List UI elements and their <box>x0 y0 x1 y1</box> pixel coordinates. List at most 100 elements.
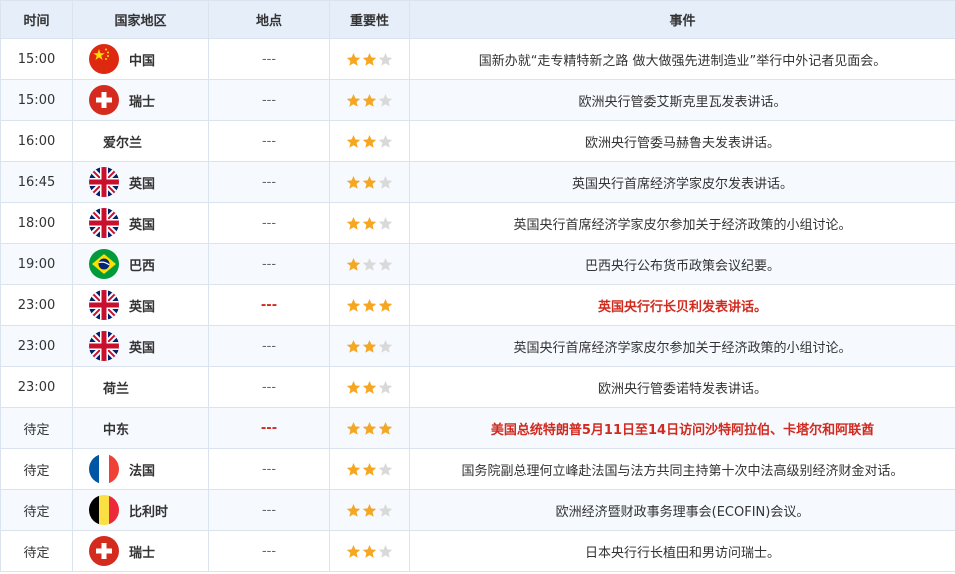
star-filled-icon <box>378 421 393 436</box>
event-description: 欧洲央行管委马赫鲁夫发表讲话。 <box>409 120 955 162</box>
event-location: --- <box>208 120 330 162</box>
table-row[interactable]: 19:00 巴西 --- 巴西央行公布货币政策会议纪要。 <box>0 243 955 285</box>
star-filled-icon <box>362 175 377 190</box>
country-name: 中东 <box>103 422 130 438</box>
event-time: 待定 <box>0 530 73 572</box>
country-name: 英国 <box>129 340 156 356</box>
star-empty-icon <box>378 134 393 149</box>
star-filled-icon <box>346 175 361 190</box>
table-row[interactable]: 待定 比利时 --- 欧洲经济暨财政事务理事会(ECOFIN)会议。 <box>0 489 955 531</box>
event-country-cell: 比利时 <box>72 489 209 531</box>
star-empty-icon <box>378 52 393 67</box>
star-filled-icon <box>346 52 361 67</box>
table-row[interactable]: 待定 法国 --- 国务院副总理何立峰赴法国与法方共同主持第十次中法高级别经济财金对话… <box>0 448 955 490</box>
importance-rating <box>329 325 410 367</box>
country-name: 英国 <box>129 176 156 192</box>
header-country[interactable]: 国家地区 <box>72 0 209 39</box>
event-country-cell: 英国 <box>72 202 209 244</box>
switzerland-flag-icon <box>89 536 119 566</box>
china-flag-icon <box>89 44 119 74</box>
event-location: --- <box>208 489 330 531</box>
event-location: --- <box>208 325 330 367</box>
event-description: 欧洲央行管委艾斯克里瓦发表讲话。 <box>409 79 955 121</box>
country-name: 比利时 <box>129 504 169 520</box>
event-country-cell: 中东 <box>72 407 209 449</box>
star-empty-icon <box>378 503 393 518</box>
country-name: 中国 <box>129 53 156 69</box>
star-filled-icon <box>362 216 377 231</box>
event-country-cell: 荷兰 <box>72 366 209 408</box>
event-description: 英国央行首席经济学家皮尔参加关于经济政策的小组讨论。 <box>409 325 955 367</box>
belgium-flag-icon <box>89 495 119 525</box>
star-empty-icon <box>378 93 393 108</box>
star-filled-icon <box>346 462 361 477</box>
table-row[interactable]: 15:00 瑞士 --- 欧洲央行管委艾斯克里瓦发表讲话。 <box>0 79 955 121</box>
header-time[interactable]: 时间 <box>0 0 73 39</box>
header-importance[interactable]: 重要性 <box>329 0 410 39</box>
uk-flag-icon <box>89 167 119 197</box>
switzerland-flag-icon <box>89 85 119 115</box>
event-location: --- <box>208 161 330 203</box>
uk-flag-icon <box>89 290 119 320</box>
importance-rating <box>329 366 410 408</box>
star-filled-icon <box>362 462 377 477</box>
event-description: 巴西央行公布货币政策会议纪要。 <box>409 243 955 285</box>
star-filled-icon <box>346 93 361 108</box>
importance-rating <box>329 38 410 80</box>
importance-rating <box>329 120 410 162</box>
country-name: 瑞士 <box>129 545 156 561</box>
event-location: --- <box>208 202 330 244</box>
event-description: 美国总统特朗普5月11日至14日访问沙特阿拉伯、卡塔尔和阿联酋 <box>409 407 955 449</box>
table-row[interactable]: 23:00 英国 --- 英国央行行长贝利发表讲话。 <box>0 284 955 326</box>
event-location: --- <box>208 79 330 121</box>
star-filled-icon <box>362 298 377 313</box>
star-empty-icon <box>362 257 377 272</box>
event-time: 19:00 <box>0 243 73 285</box>
star-filled-icon <box>362 544 377 559</box>
table-row[interactable]: 23:00 荷兰 --- 欧洲央行管委诺特发表讲话。 <box>0 366 955 408</box>
table-row[interactable]: 16:45 英国 --- 英国央行首席经济学家皮尔发表讲话。 <box>0 161 955 203</box>
header-location[interactable]: 地点 <box>208 0 330 39</box>
event-description: 英国央行行长贝利发表讲话。 <box>409 284 955 326</box>
importance-rating <box>329 161 410 203</box>
star-filled-icon <box>346 216 361 231</box>
event-time: 待定 <box>0 448 73 490</box>
star-filled-icon <box>362 380 377 395</box>
table-row[interactable]: 23:00 英国 --- 英国央行首席经济学家皮尔参加关于经济政策的小组讨论。 <box>0 325 955 367</box>
star-filled-icon <box>346 544 361 559</box>
event-description: 日本央行行长植田和男访问瑞士。 <box>409 530 955 572</box>
table-row[interactable]: 待定 瑞士 --- 日本央行行长植田和男访问瑞士。 <box>0 530 955 572</box>
event-time: 16:45 <box>0 161 73 203</box>
event-time: 待定 <box>0 489 73 531</box>
event-description: 欧洲经济暨财政事务理事会(ECOFIN)会议。 <box>409 489 955 531</box>
event-country-cell: 中国 <box>72 38 209 80</box>
table-row[interactable]: 待定 中东 --- 美国总统特朗普5月11日至14日访问沙特阿拉伯、卡塔尔和阿联酋 <box>0 407 955 449</box>
event-time: 15:00 <box>0 38 73 80</box>
star-filled-icon <box>346 421 361 436</box>
header-event[interactable]: 事件 <box>409 0 955 39</box>
importance-rating <box>329 243 410 285</box>
event-country-cell: 巴西 <box>72 243 209 285</box>
france-flag-icon <box>89 454 119 484</box>
star-filled-icon <box>362 93 377 108</box>
star-filled-icon <box>378 298 393 313</box>
event-country-cell: 英国 <box>72 161 209 203</box>
star-empty-icon <box>378 544 393 559</box>
uk-flag-icon <box>89 331 119 361</box>
event-country-cell: 法国 <box>72 448 209 490</box>
event-country-cell: 爱尔兰 <box>72 120 209 162</box>
table-row[interactable]: 15:00 中国 --- 国新办就“走专精特新之路 做大做强先进制造业”举行中外记者见… <box>0 38 955 80</box>
event-time: 23:00 <box>0 366 73 408</box>
table-header-row: 时间 国家地区 地点 重要性 事件 <box>0 0 955 39</box>
event-location: --- <box>208 366 330 408</box>
table-row[interactable]: 16:00 爱尔兰 --- 欧洲央行管委马赫鲁夫发表讲话。 <box>0 120 955 162</box>
event-time: 15:00 <box>0 79 73 121</box>
table-row[interactable]: 18:00 英国 --- 英国央行首席经济学家皮尔参加关于经济政策的小组讨论。 <box>0 202 955 244</box>
star-empty-icon <box>378 257 393 272</box>
star-filled-icon <box>346 380 361 395</box>
event-location: --- <box>208 284 330 326</box>
uk-flag-icon <box>89 208 119 238</box>
event-description: 国务院副总理何立峰赴法国与法方共同主持第十次中法高级别经济财金对话。 <box>409 448 955 490</box>
country-name: 英国 <box>129 217 156 233</box>
brazil-flag-icon <box>89 249 119 279</box>
